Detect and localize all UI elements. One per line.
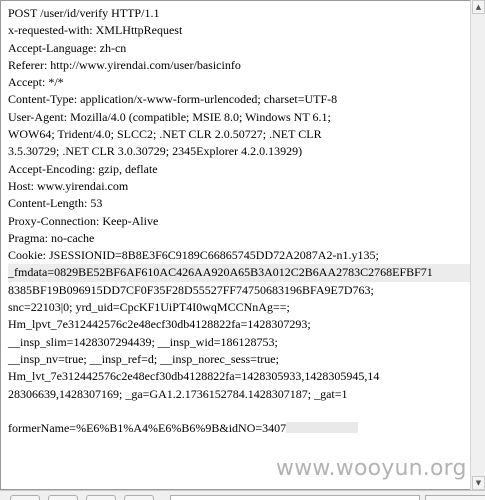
help-button[interactable] (10, 495, 40, 500)
cookie-line: 8385BF19B096915DD7CF0F35F28D55527FF74750… (8, 282, 374, 297)
watermark-text: www.wooyun.org (276, 456, 467, 481)
cookie-line: __insp_slim=1428307294439; __insp_wid=18… (8, 334, 278, 349)
header-line: Pragma: no-cache (8, 230, 95, 245)
add-button[interactable] (86, 495, 116, 500)
header-line: Accept-Language: zh-cn (8, 40, 127, 55)
cookie-line: snc=22103|0; yrd_uid=CpcKF1UiPT4I0wqMCCN… (8, 300, 290, 315)
scroll-up-arrow-icon[interactable]: ▲ (472, 0, 485, 14)
header-line: Proxy-Connection: Keep-Alive (8, 213, 159, 228)
request-line: POST /user/id/verify HTTP/1.1 (8, 6, 160, 20)
cookie-line: 28306639,1428307169; _ga=GA1.2.173615278… (8, 386, 348, 401)
request-body-line: formerName=%E6%B1%A4%E6%B6%9B&idNO=3407 (8, 420, 470, 437)
header-line: Content-Length: 53 (8, 196, 103, 211)
header-line: Host: www.yirendai.com (8, 178, 129, 193)
header-line: WOW64; Trident/4.0; SLCC2; .NET CLR 2.0.… (8, 127, 322, 142)
match-count-field (425, 495, 485, 500)
header-line: Accept: */* (8, 75, 64, 90)
cookie-line: _fmdata=0829BE52BF6AF610AC426AA920A65B3A… (8, 264, 470, 282)
header-line: User-Agent: Mozilla/4.0 (compatible; MSI… (8, 109, 331, 124)
bottom-toolbar (0, 490, 485, 500)
cookie-line: __insp_nv=true; __insp_ref=d; __insp_nor… (8, 351, 279, 366)
search-input[interactable] (170, 495, 420, 500)
vertical-scrollbar[interactable]: ▲ ▼ (470, 0, 485, 490)
request-viewer: POST /user/id/verify HTTP/1.1 x-requeste… (0, 0, 485, 500)
next-button[interactable] (124, 495, 154, 500)
header-line: Content-Type: application/x-www-form-url… (8, 92, 338, 107)
cookie-line: Cookie: JSESSIONID=8B8E3F6C9189C66865745… (8, 248, 379, 263)
cookie-line: Hm_lvt_7e312442576c2e48ecf30db4128822fa=… (8, 369, 380, 384)
header-line: Referer: http://www.yirendai.com/user/ba… (8, 57, 241, 72)
cookie-line: Hm_lpvt_7e312442576c2e48ecf30db4128822fa… (8, 317, 311, 332)
header-line: x-requested-with: XMLHttpRequest (8, 23, 183, 38)
header-line: 3.5.30729; .NET CLR 3.0.30729; 2345Explo… (8, 144, 303, 159)
http-request-text-area[interactable]: POST /user/id/verify HTTP/1.1 x-requeste… (0, 0, 470, 490)
redacted-block (286, 422, 359, 434)
request-body-text: formerName=%E6%B1%A4%E6%B6%9B&idNO=3407 (8, 421, 287, 436)
previous-button[interactable] (48, 495, 78, 500)
header-line: Accept-Encoding: gzip, deflate (8, 161, 158, 176)
scroll-down-arrow-icon[interactable]: ▼ (472, 476, 485, 490)
